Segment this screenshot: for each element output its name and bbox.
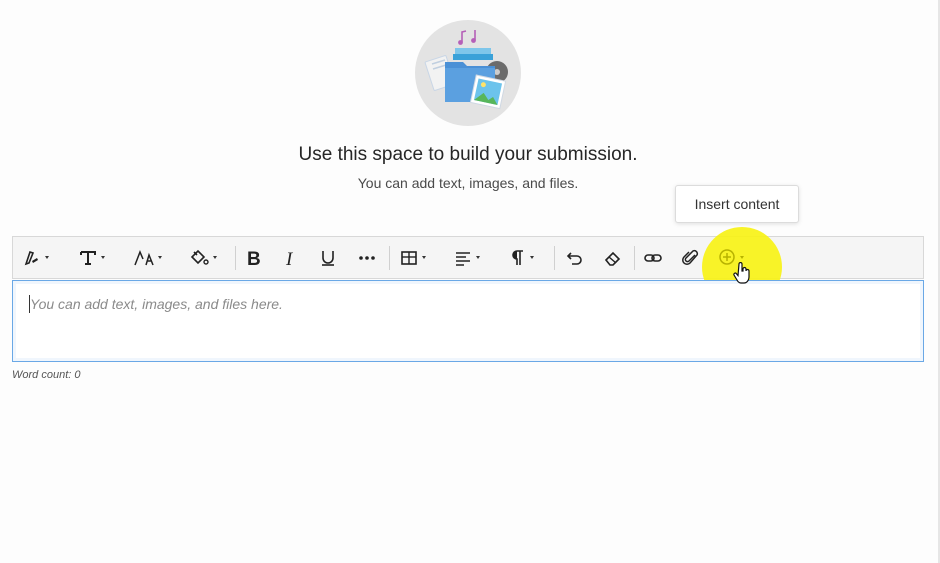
paperclip-icon [682, 249, 699, 265]
table-icon [401, 250, 417, 265]
undo-button[interactable] [566, 237, 584, 278]
text-style-button[interactable] [23, 237, 49, 278]
insert-link-button[interactable] [643, 237, 663, 278]
paragraph-button[interactable] [510, 237, 534, 278]
bold-icon: B [247, 249, 261, 267]
undo-icon [566, 251, 582, 265]
italic-icon: I [285, 249, 294, 267]
align-button[interactable] [454, 237, 480, 278]
empty-state-headline: Use this space to build your submission. [298, 144, 638, 165]
font-type-icon [80, 250, 96, 265]
more-formatting-button[interactable] [358, 237, 376, 278]
hand-cursor-icon [733, 261, 751, 289]
more-icon [359, 255, 375, 260]
editor-toolbar: B I [12, 236, 924, 279]
font-type-button[interactable] [79, 237, 105, 278]
bold-button[interactable]: B [246, 237, 264, 278]
pen-icon [24, 250, 38, 265]
clear-formatting-button[interactable] [604, 237, 622, 278]
italic-button[interactable]: I [285, 237, 299, 278]
svg-text:I: I [285, 249, 294, 267]
underline-button[interactable] [320, 237, 336, 278]
editor-placeholder: You can add text, images, and files here… [30, 296, 283, 312]
folder-with-media-icon [415, 20, 521, 126]
paint-bucket-icon [190, 249, 209, 265]
attach-file-button[interactable] [682, 237, 700, 278]
svg-text:B: B [247, 249, 261, 267]
align-left-icon [456, 251, 470, 266]
text-color-button[interactable] [189, 237, 217, 278]
link-icon [644, 253, 662, 262]
table-button[interactable] [400, 237, 426, 278]
submission-editor[interactable]: You can add text, images, and files here… [12, 280, 924, 362]
eraser-icon [604, 251, 621, 266]
word-count: Word count: 0 [12, 369, 81, 381]
underline-icon [322, 250, 334, 266]
font-size-icon [134, 249, 154, 265]
font-size-button[interactable] [134, 237, 162, 278]
pilcrow-icon [512, 249, 523, 265]
insert-content-tooltip: Insert content [675, 185, 799, 223]
